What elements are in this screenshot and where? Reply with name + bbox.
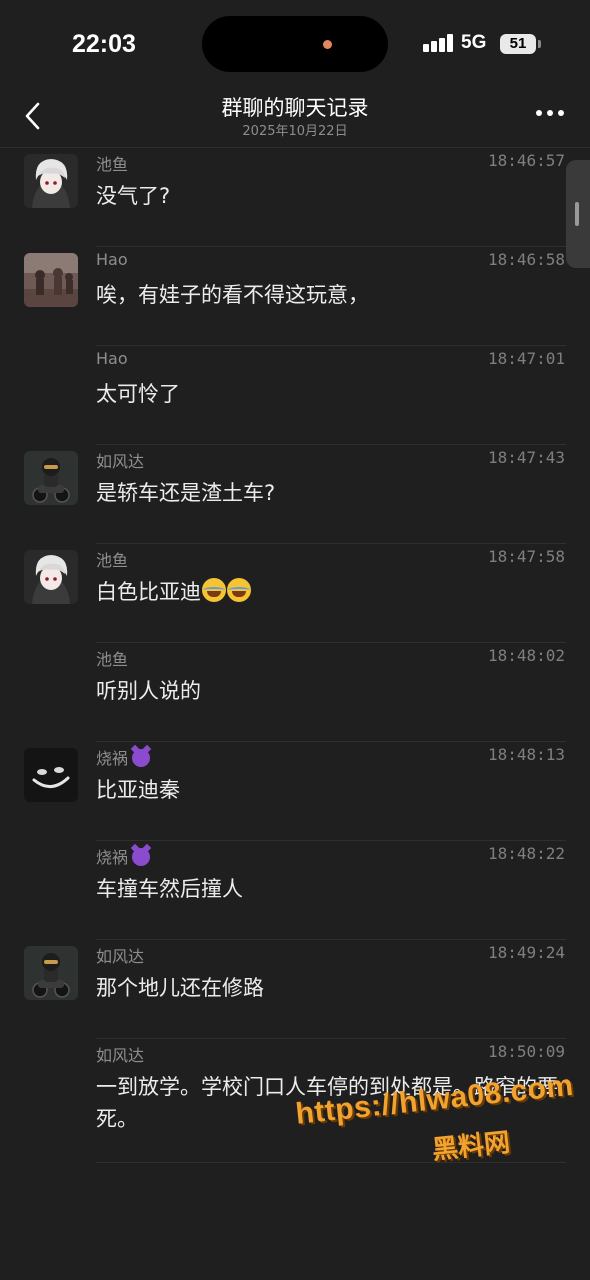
- message-text: 比亚迪秦: [96, 778, 180, 802]
- message-time: 18:50:09: [487, 1042, 565, 1061]
- sender-name: Hao: [96, 349, 128, 368]
- avatar-chiyu[interactable]: [24, 550, 78, 604]
- sender-name: 池鱼: [96, 155, 129, 174]
- avatar-rufengda[interactable]: [24, 451, 78, 505]
- divider: [96, 1162, 566, 1163]
- signal-icon: [423, 34, 455, 52]
- sender-name: 如风达: [96, 947, 145, 966]
- message-item[interactable]: 如风达 18:47:43 是轿车还是渣土车?: [0, 445, 590, 544]
- message-item[interactable]: 池鱼 18:46:57 没气了?: [0, 148, 590, 247]
- message-item[interactable]: 池鱼 18:48:02 听别人说的: [0, 643, 590, 742]
- sender-name: Hao: [96, 250, 128, 269]
- message-time: 18:47:01: [487, 349, 565, 368]
- sender-name: 烧祸: [96, 745, 151, 769]
- dynamic-island: [202, 16, 388, 72]
- message-text: 是轿车还是渣土车?: [96, 481, 276, 505]
- avatar-rufengda[interactable]: [24, 946, 78, 1000]
- avatar-hao[interactable]: [24, 253, 78, 307]
- message-text: 那个地儿还在修路: [96, 976, 264, 1000]
- avatar-chiyu[interactable]: [24, 154, 78, 208]
- message-text: 太可怜了: [96, 382, 180, 406]
- message-item[interactable]: Hao 18:47:01 太可怜了: [0, 346, 590, 445]
- joy-emoji-icon: [227, 578, 251, 602]
- devil-emoji-icon: [132, 749, 151, 767]
- sender-name: 池鱼: [96, 650, 129, 669]
- sender-name: 如风达: [96, 452, 145, 471]
- page-subtitle-date: 2025年10月22日: [242, 124, 348, 139]
- message-time: 18:48:02: [487, 646, 565, 665]
- message-time: 18:46:58: [487, 250, 565, 269]
- message-item[interactable]: 烧祸 18:48:22 车撞车然后撞人: [0, 841, 590, 940]
- message-time: 18:46:57: [487, 151, 565, 170]
- message-text: 没气了?: [96, 184, 171, 208]
- more-options-icon[interactable]: [536, 108, 564, 118]
- message-item[interactable]: 烧祸 18:48:13 比亚迪秦: [0, 742, 590, 841]
- message-time: 18:47:58: [487, 547, 565, 566]
- message-text: 车撞车然后撞人: [96, 877, 243, 901]
- sender-name-text: 烧祸: [96, 749, 129, 768]
- sender-name: 烧祸: [96, 844, 151, 868]
- sender-name: 如风达: [96, 1046, 145, 1065]
- devil-emoji-icon: [132, 848, 151, 866]
- page-title: 群聊的聊天记录: [221, 96, 369, 120]
- message-time: 18:47:43: [487, 448, 565, 467]
- chat-record-list[interactable]: 池鱼 18:46:57 没气了? Hao 18:46:58 唉，有娃子的看不得这…: [0, 148, 590, 1187]
- message-text: 唉，有娃子的看不得这玩意，: [96, 283, 369, 307]
- message-time: 18:48:13: [487, 745, 565, 764]
- battery-icon: 51: [500, 34, 536, 54]
- scroll-handle[interactable]: [566, 160, 590, 268]
- message-text-content: 白色比亚迪: [96, 580, 201, 604]
- message-text: 白色比亚迪: [96, 576, 566, 608]
- nav-bar: 群聊的聊天记录 2025年10月22日: [0, 90, 590, 148]
- sender-name: 池鱼: [96, 551, 129, 570]
- message-item[interactable]: 如风达 18:49:24 那个地儿还在修路: [0, 940, 590, 1039]
- message-item[interactable]: Hao 18:46:58 唉，有娃子的看不得这玩意，: [0, 247, 590, 346]
- sender-name-text: 烧祸: [96, 848, 129, 867]
- battery-tip: [538, 40, 541, 48]
- message-item[interactable]: 池鱼 18:47:58 白色比亚迪: [0, 544, 590, 643]
- joy-emoji-icon: [202, 578, 226, 602]
- message-time: 18:48:22: [487, 844, 565, 863]
- avatar-shaohuo[interactable]: [24, 748, 78, 802]
- status-bar: 22:03 5G 51: [0, 0, 590, 90]
- message-time: 18:49:24: [487, 943, 565, 962]
- camera-indicator-dot: [323, 40, 332, 49]
- network-type: 5G: [461, 32, 487, 53]
- status-time: 22:03: [72, 30, 136, 58]
- message-text: 听别人说的: [96, 679, 201, 703]
